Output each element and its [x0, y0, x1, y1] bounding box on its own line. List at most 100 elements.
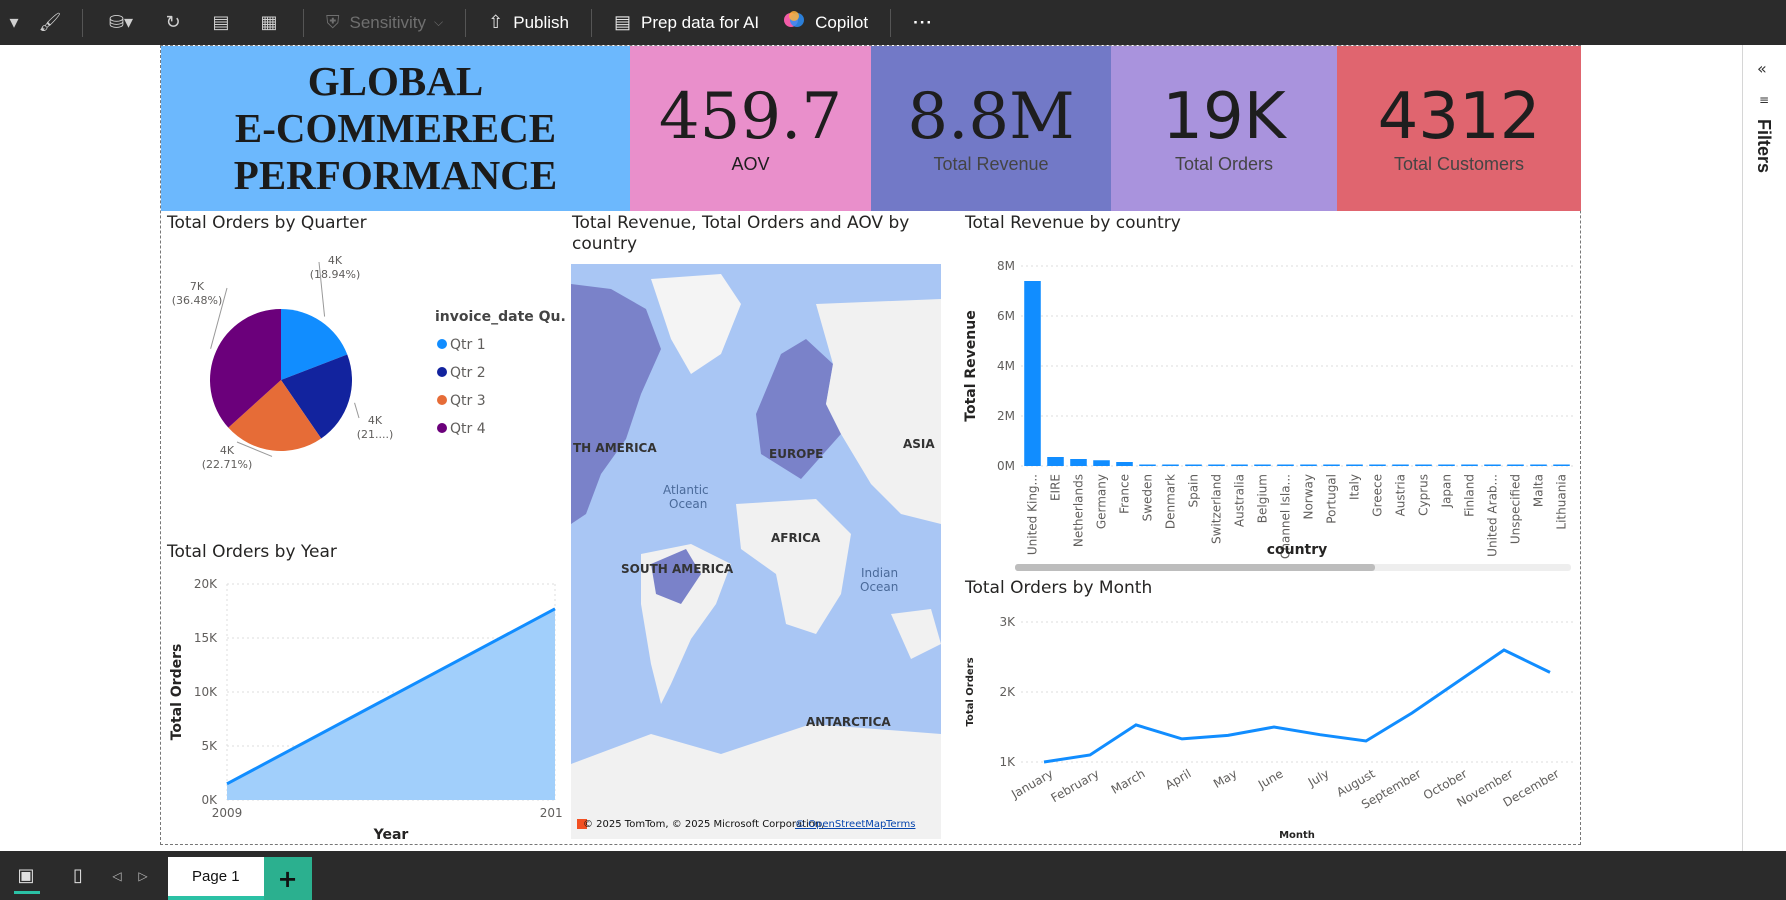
- area-chart-title: Total Orders by Year: [167, 542, 337, 562]
- map-label: Ocean: [669, 497, 707, 511]
- bar-x-tick: Finland: [1463, 474, 1477, 517]
- map-title-line-1: Total Revenue, Total Orders and AOV by: [572, 213, 910, 233]
- mobile-view-icon[interactable]: ▯: [52, 851, 104, 900]
- kpi-card-total-customers[interactable]: 4312 Total Customers: [1337, 46, 1581, 211]
- title-line-1: GLOBAL: [307, 58, 484, 104]
- kpi-card-total-revenue[interactable]: 8.8M Total Revenue: [871, 46, 1111, 211]
- toolbar-divider: [82, 8, 83, 37]
- bar-y-tick: 0M: [997, 459, 1015, 473]
- map-copyright: © 2025 TomTom, © 2025 Microsoft Corporat…: [583, 819, 824, 830]
- bar-x-tick: Germany: [1095, 474, 1109, 529]
- bar-9: [1231, 464, 1248, 466]
- dashboard-title: GLOBAL E-COMMERECE PERFORMANCE: [234, 58, 557, 199]
- refresh-icon[interactable]: ↻: [149, 0, 197, 45]
- bar-x-tick: Portugal: [1325, 474, 1339, 524]
- area-y-tick: 0K: [201, 793, 218, 807]
- database-icon[interactable]: ⛁▾: [93, 0, 149, 45]
- pie-chart[interactable]: 4K(18.94%)4K(21....)4K(22.71%)7K(36.48%)…: [167, 236, 567, 506]
- bar-1: [1047, 457, 1064, 466]
- kpi-value: 8.8M: [907, 80, 1075, 154]
- bar-18: [1438, 464, 1455, 466]
- bar-x-tick: Sweden: [1141, 474, 1155, 521]
- title-tile[interactable]: GLOBAL E-COMMERECE PERFORMANCE: [161, 46, 630, 211]
- bar-x-tick: Spain: [1187, 474, 1201, 508]
- bar-y-tick: 8M: [997, 259, 1015, 273]
- bar-x-tick: Switzerland: [1210, 474, 1224, 544]
- sensitivity-button[interactable]: ⛨ Sensitivity ⌵: [314, 0, 455, 45]
- publish-button[interactable]: ⇧ Publish: [476, 0, 581, 45]
- previous-page-icon[interactable]: ◁: [104, 851, 130, 900]
- line-x-tick: March: [1109, 766, 1148, 796]
- bar-x-tick: Unspecified: [1509, 474, 1523, 544]
- shield-icon: ⛨: [326, 12, 340, 32]
- pie-legend-item: Qtr 4: [450, 421, 486, 437]
- bar-x-tick: United King...: [1026, 474, 1040, 555]
- bar-5: [1139, 464, 1156, 466]
- prep-data-button[interactable]: ▤ Prep data for AI: [602, 0, 771, 45]
- pie-data-label: 7K: [190, 280, 205, 293]
- bar-y-tick: 6M: [997, 309, 1015, 323]
- publish-icon: ⇧: [488, 12, 504, 32]
- line-chart[interactable]: 1K 2K 3K JanuaryFebruary March April May June Ju…: [961, 602, 1579, 842]
- bar-13: [1323, 464, 1340, 466]
- bar-10: [1254, 464, 1271, 466]
- bar-x-tick: United Arab...: [1486, 474, 1500, 557]
- bar-x-tick: Denmark: [1164, 474, 1178, 529]
- pie-legend-item: Qtr 1: [450, 337, 486, 353]
- add-page-button[interactable]: +: [263, 857, 312, 900]
- bar-8: [1208, 464, 1225, 466]
- line-x-tick: June: [1255, 766, 1286, 792]
- map-label: Indian: [861, 566, 898, 580]
- area-fill: [227, 608, 555, 800]
- area-y-tick: 20K: [194, 577, 218, 591]
- bar-x-tick: Italy: [1348, 474, 1362, 500]
- openstreetmap-link[interactable]: © OpenStreetMap: [795, 819, 886, 830]
- world-map[interactable]: TH AMERICA EUROPE ASIA Atlantic Ocean AF…: [571, 264, 941, 839]
- kpi-label: AOV: [731, 154, 770, 174]
- filters-pane: « ≡ Filters: [1742, 45, 1786, 851]
- area-chart[interactable]: 0K 5K 10K 15K 20K 2009 2010 Total Orders Year: [167, 564, 562, 844]
- bar-x-tick: Cyprus: [1417, 474, 1431, 516]
- area-x-axis-label: Year: [373, 827, 409, 843]
- filter-icon[interactable]: ≡: [1759, 93, 1769, 107]
- terms-link[interactable]: Terms: [885, 819, 915, 830]
- bar-x-tick: Malta: [1532, 474, 1546, 507]
- bar-y-axis-label: Total Revenue: [963, 310, 979, 421]
- desktop-view-icon[interactable]: ▣: [0, 851, 52, 900]
- format-painter-icon[interactable]: 🖌: [28, 0, 72, 45]
- kpi-card-total-orders[interactable]: 19K Total Orders: [1111, 46, 1337, 211]
- chart-icon[interactable]: ▤: [197, 0, 245, 45]
- kpi-label: Total Customers: [1393, 154, 1525, 174]
- prep-data-label: Prep data for AI: [641, 12, 760, 32]
- kpi-label: Total Orders: [1174, 154, 1274, 174]
- kpi-value: 19K: [1162, 80, 1286, 154]
- prep-data-icon: ▤: [614, 12, 632, 32]
- bar-y-tick: 2M: [997, 409, 1015, 423]
- bar-chart[interactable]: 0M 2M 4M 6M 8M Total Revenue United King... EIR…: [961, 236, 1579, 576]
- report-canvas: GLOBAL E-COMMERECE PERFORMANCE 459.7 AOV…: [0, 45, 1742, 851]
- collapse-pane-icon[interactable]: «: [1757, 59, 1767, 78]
- toolbar-divider: [465, 8, 467, 37]
- kpi-card-aov[interactable]: 459.7 AOV: [630, 46, 871, 211]
- line-x-tick: May: [1211, 766, 1239, 791]
- bar-x-tick: Japan: [1440, 474, 1454, 508]
- bar-x-tick: Netherlands: [1072, 474, 1086, 547]
- bar-x-tick: EIRE: [1049, 474, 1063, 501]
- bar-12: [1300, 464, 1317, 466]
- page-tab-page-1[interactable]: Page 1: [168, 857, 264, 900]
- dropdown-arrow-icon[interactable]: ▾: [0, 0, 28, 45]
- calculator-icon[interactable]: ▦: [245, 0, 293, 45]
- pie-chart-title: Total Orders by Quarter: [167, 213, 367, 233]
- more-options-button[interactable]: ···: [901, 0, 945, 45]
- bar-23: [1553, 464, 1570, 466]
- area-y-tick: 15K: [194, 631, 218, 645]
- bar-chart-title: Total Revenue by country: [965, 213, 1181, 233]
- pie-legend-marker: [437, 423, 447, 433]
- area-y-tick: 10K: [194, 685, 218, 699]
- sensitivity-label: Sensitivity: [349, 12, 427, 32]
- title-line-2: E-COMMERECE: [234, 105, 557, 151]
- filters-label[interactable]: Filters: [1753, 119, 1774, 173]
- copilot-button[interactable]: Copilot: [771, 0, 880, 45]
- next-page-icon[interactable]: ▷: [130, 851, 156, 900]
- line-y-tick: 1K: [999, 755, 1016, 769]
